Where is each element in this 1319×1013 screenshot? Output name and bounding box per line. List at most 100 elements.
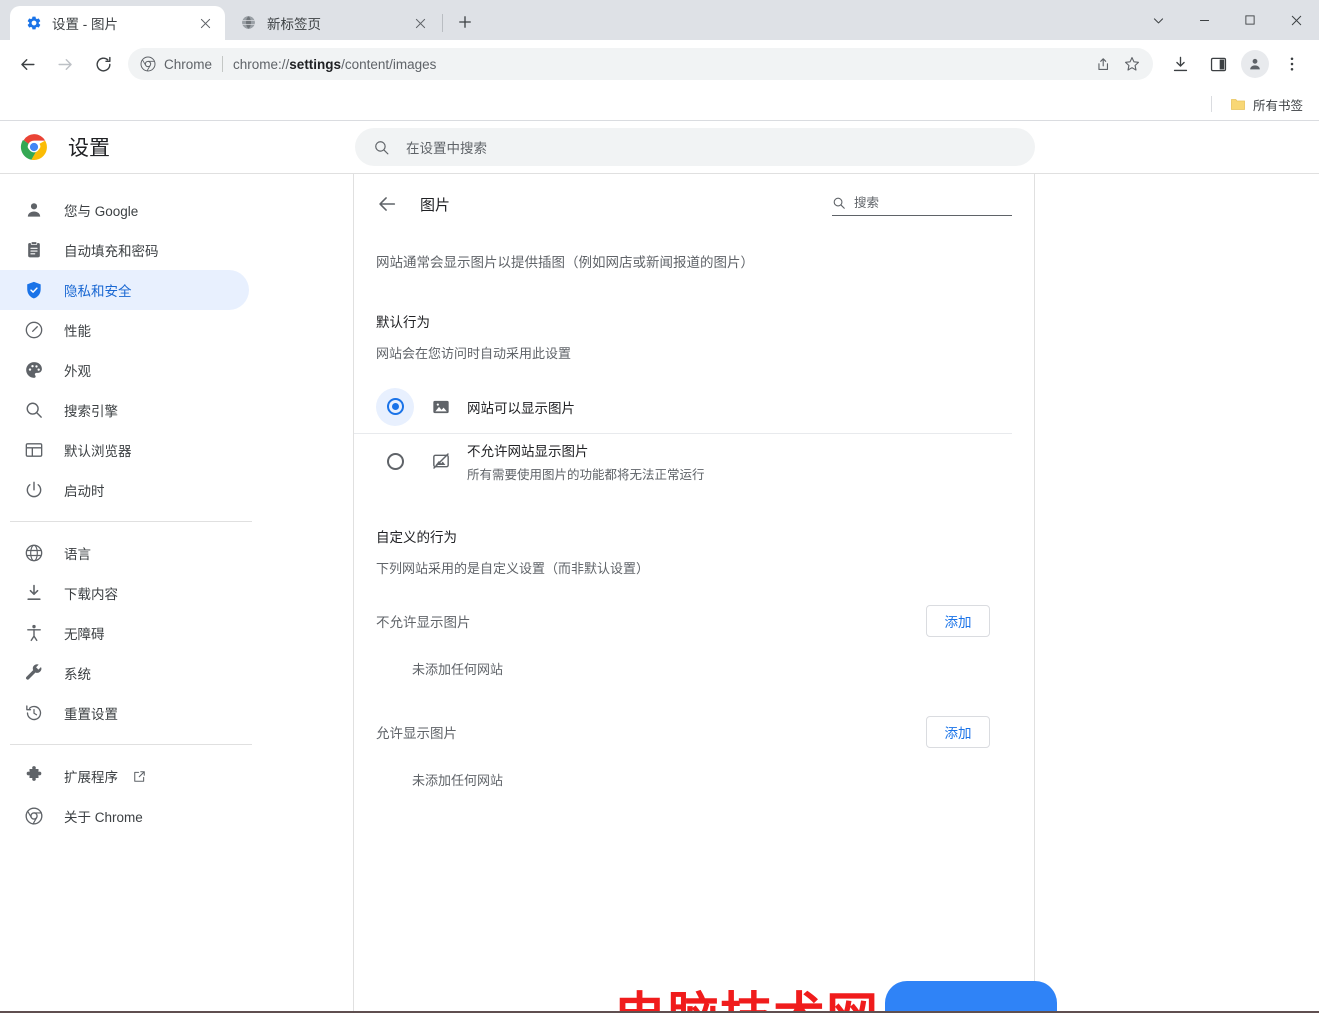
- sidebar-item-appearance[interactable]: 外观: [0, 350, 249, 390]
- address-bar[interactable]: Chrome chrome://settings/content/images: [128, 48, 1153, 80]
- forward-icon[interactable]: [49, 48, 81, 80]
- tab-title: 新标签页: [267, 17, 321, 32]
- sidebar-item-default-browser[interactable]: 默认浏览器: [0, 430, 249, 470]
- globe-icon: [24, 543, 44, 563]
- sidebar-item-label: 您与 Google: [64, 204, 139, 219]
- images-description: 网站通常会显示图片以提供插图（例如网店或新闻报道的图片）: [376, 255, 754, 270]
- sidebar-item-downloads[interactable]: 下载内容: [0, 573, 249, 613]
- settings-search-input[interactable]: 在设置中搜索: [355, 128, 1035, 166]
- sidebar-divider: [10, 744, 252, 745]
- sidebar-item-label: 隐私和安全: [64, 284, 132, 299]
- chrome-logo-icon: [20, 133, 48, 161]
- allowed-sites-label: 允许显示图片: [376, 726, 457, 742]
- default-behavior-sublabel: 网站会在您访问时自动采用此设置: [376, 346, 572, 362]
- omnibox-url: chrome://settings/content/images: [233, 57, 1087, 72]
- radio-label: 不允许网站显示图片: [467, 443, 589, 459]
- share-icon[interactable]: [1088, 50, 1116, 78]
- sidebar-item-label: 语言: [64, 547, 91, 562]
- avatar[interactable]: [1241, 50, 1269, 78]
- radio-description: 所有需要使用图片的功能都将无法正常运行: [467, 467, 705, 482]
- sidebar-item-privacy-security[interactable]: 隐私和安全: [0, 270, 249, 310]
- blocked-sites-row: 不允许显示图片 添加: [354, 605, 1012, 638]
- sidebar-item-reset-settings[interactable]: 重置设置: [0, 693, 249, 733]
- all-bookmarks-label: 所有书签: [1252, 98, 1303, 113]
- power-icon: [24, 480, 44, 500]
- chevron-down-icon[interactable]: [1135, 4, 1181, 36]
- settings-sidebar: 您与 Google 自动填充和密码 隐私和安全 性能 外观 搜索引擎 默认浏览器…: [0, 174, 352, 1013]
- radio-option-allow-images[interactable]: 网站可以显示图片: [354, 380, 1012, 435]
- all-bookmarks-button[interactable]: 所有书签: [1224, 91, 1309, 118]
- subpage-header: 图片 搜索: [354, 174, 1012, 234]
- sidebar-item-system[interactable]: 系统: [0, 653, 249, 693]
- accessibility-icon: [24, 623, 44, 643]
- sidebar-item-label: 无障碍: [64, 627, 105, 642]
- radio-label: 网站可以显示图片: [467, 400, 575, 416]
- radio-option-block-images[interactable]: 不允许网站显示图片 所有需要使用图片的功能都将无法正常运行: [354, 434, 1012, 488]
- new-tab-button[interactable]: [451, 8, 479, 36]
- minimize-button[interactable]: [1181, 4, 1227, 36]
- radio-button-allow[interactable]: [376, 387, 414, 426]
- add-blocked-site-button[interactable]: 添加: [926, 605, 990, 638]
- sidebar-item-label: 性能: [64, 324, 91, 339]
- bookmarks-separator: [1210, 96, 1212, 112]
- blocked-sites-label: 不允许显示图片: [376, 615, 471, 631]
- radio-texts: 不允许网站显示图片 所有需要使用图片的功能都将无法正常运行: [467, 440, 705, 483]
- downloads-icon[interactable]: [1164, 48, 1196, 80]
- allowed-sites-row: 允许显示图片 添加: [354, 716, 1012, 749]
- bookmark-star-icon[interactable]: [1118, 50, 1146, 78]
- sidebar-item-label: 默认浏览器: [64, 444, 132, 459]
- sidebar-item-label: 搜索引擎: [64, 404, 118, 419]
- tab-new-tab-page[interactable]: 新标签页: [225, 6, 440, 40]
- globe-icon: [241, 15, 257, 31]
- chrome-icon: [24, 806, 44, 826]
- chrome-icon: [140, 56, 156, 72]
- reload-icon[interactable]: [87, 48, 119, 80]
- sidebar-item-label: 系统: [64, 667, 91, 682]
- sidebar-item-search-engine[interactable]: 搜索引擎: [0, 390, 249, 430]
- sidebar-item-about-chrome[interactable]: 关于 Chrome: [0, 796, 249, 836]
- omnibox-divider: [222, 56, 224, 72]
- download-icon: [24, 583, 44, 603]
- sidebar-item-languages[interactable]: 语言: [0, 533, 249, 573]
- radio-texts: 网站可以显示图片: [467, 397, 575, 417]
- sidebar-item-label: 关于 Chrome: [64, 810, 143, 825]
- sidebar-item-label: 启动时: [64, 484, 105, 499]
- tab-settings[interactable]: 设置 - 图片: [10, 6, 225, 40]
- url-prefix: chrome://: [233, 56, 290, 72]
- sidebar-item-autofill-passwords[interactable]: 自动填充和密码: [0, 230, 249, 270]
- close-window-button[interactable]: [1273, 4, 1319, 36]
- open-in-new-icon: [132, 769, 147, 784]
- omnibox-actions: [1087, 50, 1147, 78]
- person-icon: [24, 200, 44, 220]
- sidebar-item-you-and-google[interactable]: 您与 Google: [0, 190, 249, 230]
- settings-header: 设置 在设置中搜索: [0, 121, 1319, 173]
- sidebar-item-label: 下载内容: [64, 587, 118, 602]
- search-icon: [24, 400, 44, 420]
- bookmarks-bar: 所有书签: [0, 88, 1319, 120]
- content-inner: 图片 搜索 网站通常会显示图片以提供插图（例如网店或新闻报道的图片） 默认行为: [354, 174, 1034, 789]
- search-icon: [373, 139, 390, 156]
- maximize-button[interactable]: [1227, 4, 1273, 36]
- back-arrow-icon[interactable]: [376, 193, 398, 215]
- custom-behavior-sublabel: 下列网站采用的是自定义设置（而非默认设置）: [376, 561, 650, 577]
- close-icon[interactable]: [195, 13, 215, 33]
- sidebar-divider: [10, 521, 252, 522]
- window-controls: [1135, 0, 1319, 40]
- sidebar-item-accessibility[interactable]: 无障碍: [0, 613, 249, 653]
- side-panel-icon[interactable]: [1202, 48, 1234, 80]
- radio-button-block[interactable]: [376, 442, 414, 480]
- sidebar-item-extensions[interactable]: 扩展程序: [0, 756, 249, 796]
- subpage-search-input[interactable]: 搜索: [832, 192, 1012, 216]
- sidebar-item-label: 自动填充和密码: [64, 244, 159, 259]
- back-icon[interactable]: [11, 48, 43, 80]
- radio-indicator: [386, 398, 404, 416]
- subpage-title: 图片: [420, 196, 451, 214]
- browser-toolbar: Chrome chrome://settings/content/images: [0, 40, 1319, 88]
- menu-icon[interactable]: [1276, 48, 1308, 80]
- close-icon[interactable]: [410, 13, 430, 33]
- sidebar-item-performance[interactable]: 性能: [0, 310, 249, 350]
- add-allowed-site-button[interactable]: 添加: [926, 716, 990, 749]
- sidebar-item-on-startup[interactable]: 启动时: [0, 470, 249, 510]
- sidebar-item-label: 扩展程序: [64, 770, 118, 785]
- speedometer-icon: [24, 320, 44, 340]
